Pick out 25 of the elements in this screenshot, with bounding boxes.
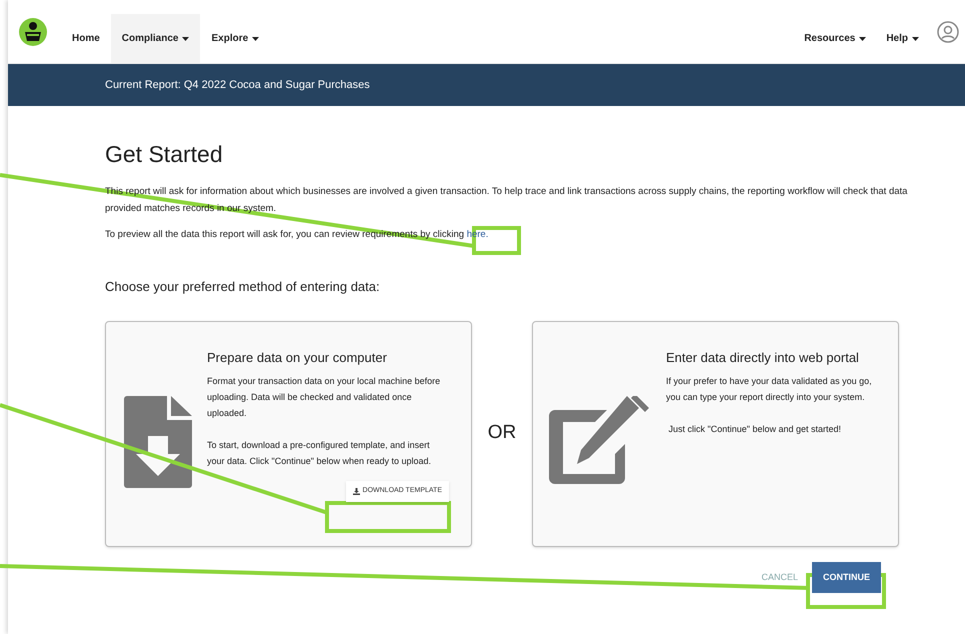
option-description: Format your transaction data on your local machine before uploading. Data will be checked and validated once uploaded. [207, 375, 442, 420]
continue-button[interactable]: CONTINUE [812, 562, 881, 593]
option-title: Prepare data on your computer [207, 348, 388, 367]
edit-icon [549, 396, 651, 486]
nav-menu[interactable]: Help [876, 14, 929, 63]
page-title: Get Started [105, 140, 224, 168]
caret-icon [182, 36, 190, 40]
download-icon [352, 488, 360, 495]
nav-menu[interactable]: Resources [794, 14, 876, 63]
user-avatar-icon[interactable] [937, 20, 959, 42]
caret-icon [912, 36, 919, 40]
nav-tab[interactable]: Compliance [110, 14, 200, 63]
nav-tab[interactable]: Explore [200, 14, 270, 63]
or-separator: OR [486, 421, 518, 446]
logo-icon [19, 18, 47, 46]
option-description: To start, download a pre-configured template, and insert your data. Click "Continue" below when ready to upload. [207, 439, 432, 468]
option-description: Just click "Continue" below and get started! [668, 423, 842, 436]
option-description: If your prefer to have your data validated as you go, you can type your report directly into your system. [666, 375, 873, 404]
caret-icon [252, 36, 260, 40]
caret-icon [859, 36, 866, 40]
nav-tab[interactable]: Home [61, 14, 111, 63]
file-download-icon [124, 396, 192, 488]
option-title: Enter data directly into web portal [666, 348, 860, 367]
section-heading: Choose your preferred method of entering data: [105, 278, 381, 296]
banner-title: Current Report: Q4 2022 Cocoa and Sugar Purchases [105, 78, 370, 93]
